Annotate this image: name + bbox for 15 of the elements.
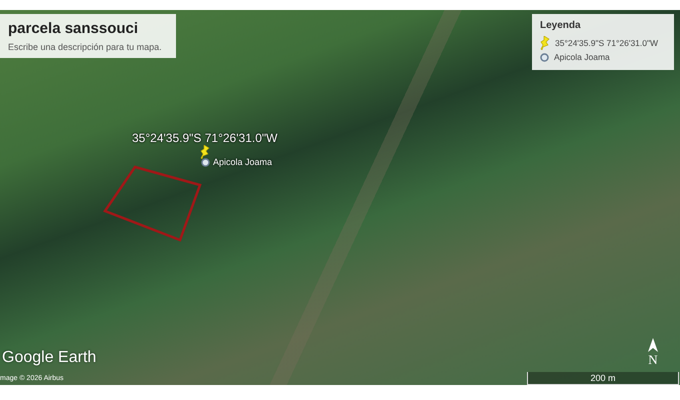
pin-label: 35°24'35.9"S 71°26'31.0"W (132, 131, 278, 145)
place-dot-icon (201, 158, 210, 166)
place-label: Apicola Joama (213, 157, 272, 167)
map-title: parcela sanssouci (8, 20, 140, 37)
legend-item[interactable]: Apicola Joama (554, 52, 610, 62)
north-arrow-icon (648, 338, 658, 352)
pushpin-icon (200, 145, 210, 159)
legend-item[interactable]: 35°24'35.9"S 71°26'31.0"W (555, 38, 658, 48)
pushpin-icon (540, 36, 550, 50)
compass-label: N (648, 352, 658, 368)
map-description: Escribe una descripción para tu mapa. (8, 42, 163, 52)
legend-title: Leyenda (540, 20, 582, 31)
brand-logo: Google Earth (2, 349, 96, 367)
scale-bar: 200 m (527, 372, 679, 385)
place-dot-icon (540, 52, 549, 62)
